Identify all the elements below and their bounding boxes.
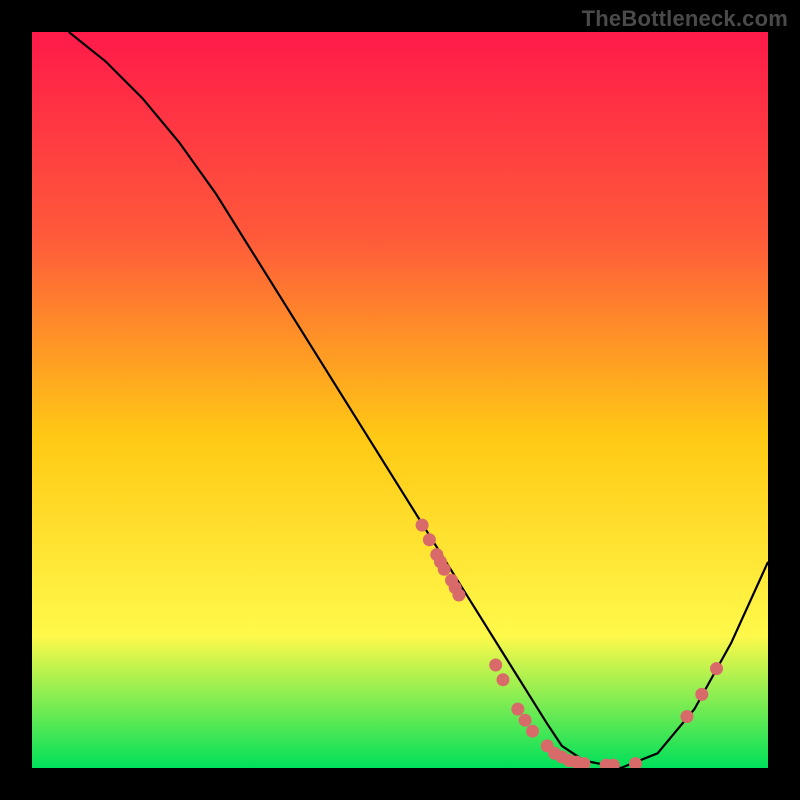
data-point xyxy=(497,673,510,686)
data-point xyxy=(452,589,465,602)
data-point xyxy=(681,710,694,723)
data-point xyxy=(423,533,436,546)
data-point xyxy=(519,714,532,727)
data-point xyxy=(416,519,429,532)
chart-frame xyxy=(32,32,768,768)
data-point xyxy=(438,563,451,576)
data-point xyxy=(695,688,708,701)
data-point xyxy=(710,662,723,675)
data-point xyxy=(489,659,502,672)
data-point xyxy=(526,725,539,738)
bottleneck-chart xyxy=(32,32,768,768)
data-point xyxy=(511,703,524,716)
gradient-background xyxy=(32,32,768,768)
watermark-text: TheBottleneck.com xyxy=(582,6,788,32)
